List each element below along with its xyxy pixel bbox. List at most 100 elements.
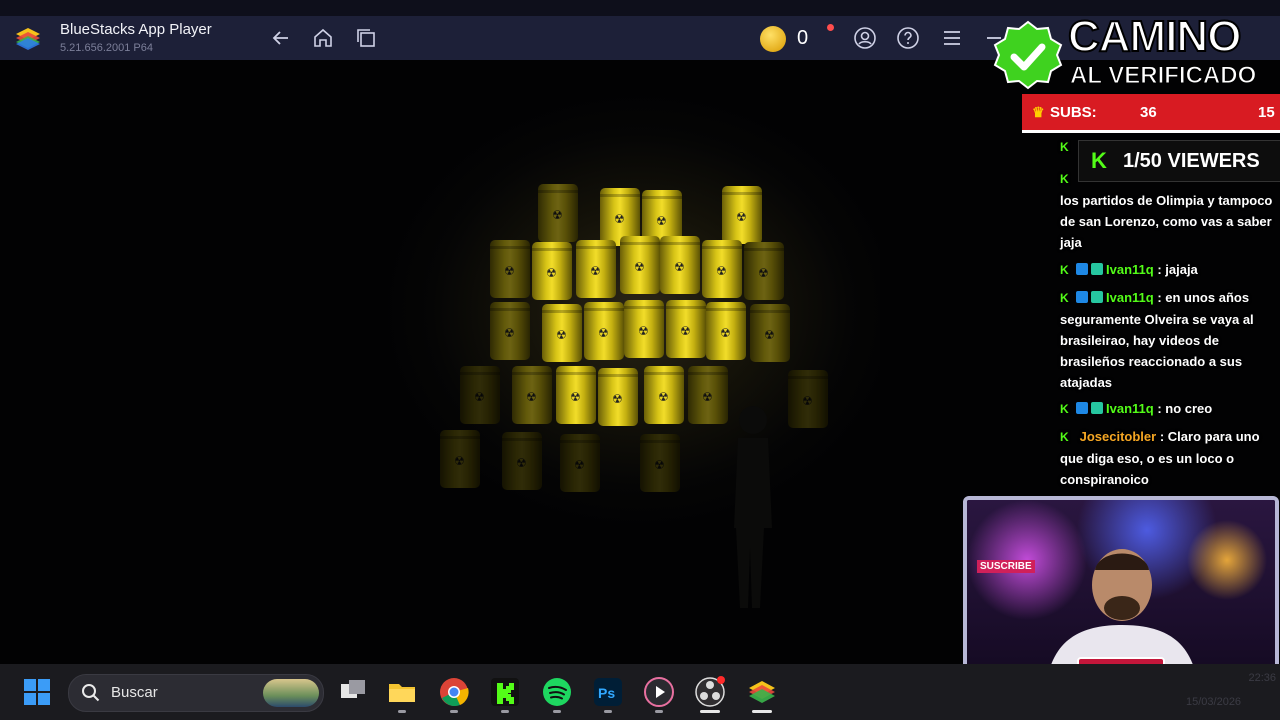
barrel: [576, 240, 616, 298]
barrel: [598, 368, 638, 426]
viewers-text: 1/50 VIEWERS: [1123, 150, 1260, 172]
barrel: [532, 242, 572, 300]
verified-check-icon: [993, 20, 1063, 90]
overlay-subtitle: AL VERIFICADO: [1069, 62, 1257, 90]
photoshop-icon[interactable]: Ps: [592, 676, 624, 713]
chat-text: jajaja: [1165, 262, 1198, 277]
file-explorer-icon[interactable]: [386, 676, 418, 713]
barrel: [542, 304, 582, 362]
chat-panel: K K los partidos de Olimpia y tampoco de…: [1058, 136, 1280, 492]
subs-goal-bar: ♛ SUBS: 36 15: [1022, 94, 1280, 133]
svg-text:Ps: Ps: [598, 685, 615, 701]
spotify-icon[interactable]: [541, 676, 573, 713]
account-icon[interactable]: [854, 27, 876, 49]
moderator-badge-icon: [1076, 291, 1088, 303]
barrel: [624, 300, 664, 358]
barrel: [560, 434, 600, 492]
subscriber-badge-icon: [1091, 402, 1103, 414]
barrel: [502, 432, 542, 490]
app-name: BlueStacks App Player: [60, 21, 212, 38]
search-icon: [82, 684, 100, 702]
barrel: [644, 366, 684, 424]
help-icon[interactable]: [897, 27, 919, 49]
barrel: [556, 366, 596, 424]
chat-text: en unos años seguramente Olveira se vaya…: [1060, 290, 1254, 390]
chrome-icon[interactable]: [438, 676, 470, 713]
taskbar-search[interactable]: Buscar: [68, 674, 324, 712]
multi-instance-icon[interactable]: [355, 27, 377, 49]
barrel: [688, 366, 728, 424]
running-indicator: [655, 710, 663, 713]
chat-message: los partidos de Olimpia y tampoco de san…: [1060, 190, 1278, 253]
chat-username[interactable]: Ivan11q: [1106, 262, 1154, 277]
windows-start-icon[interactable]: [24, 679, 50, 705]
chat-username[interactable]: Ivan11q: [1106, 401, 1154, 416]
webcam-feed: SUSCRIBE: [963, 496, 1279, 682]
chat-username[interactable]: Josecitobler: [1080, 429, 1157, 444]
bluestacks-taskbar-icon[interactable]: [746, 676, 778, 713]
barrel: [440, 430, 480, 488]
barrel: [750, 304, 790, 362]
moderator-badge-icon: [1076, 263, 1088, 275]
chat-message: K Ivan11q : en unos años seguramente Olve…: [1060, 290, 1254, 390]
barrel: [512, 366, 552, 424]
windows-taskbar: Buscar Ps: [0, 664, 1280, 720]
running-indicator: [398, 710, 406, 713]
home-icon[interactable]: [312, 27, 334, 49]
barrel: [460, 366, 500, 424]
chat-text: los partidos de Olimpia y tampoco de san…: [1060, 193, 1273, 250]
coin-icon[interactable]: [760, 26, 786, 52]
kick-app-icon[interactable]: [489, 676, 521, 713]
overlay-title: CAMINO: [1067, 11, 1242, 62]
menu-icon[interactable]: [941, 27, 963, 49]
barrel: [620, 236, 660, 294]
running-indicator: [604, 710, 612, 713]
clock-time[interactable]: 22:36: [1220, 672, 1276, 684]
search-highlight-image[interactable]: [263, 679, 319, 707]
barrel: [722, 186, 762, 244]
subscriber-badge-icon: [1091, 263, 1103, 275]
kick-badge-icon: K: [1060, 402, 1069, 416]
barrel: [584, 302, 624, 360]
barrel: [702, 240, 742, 298]
barrel-warehouse-scene: [260, 90, 880, 650]
webcam-sign: SUSCRIBE: [977, 560, 1035, 573]
running-indicator: [700, 710, 720, 713]
running-indicator: [450, 710, 458, 713]
bluestacks-logo-icon: [16, 28, 40, 50]
barrel: [490, 302, 530, 360]
chat-message: K Ivan11q : jajaja: [1060, 259, 1278, 281]
chat-message: K Josecitobler : Claro para uno que diga…: [1060, 429, 1260, 487]
subs-label: SUBS:: [1050, 104, 1097, 121]
clock-date[interactable]: 15/03/2026: [1186, 696, 1241, 708]
chat-message: K Ivan11q : no creo: [1060, 398, 1278, 420]
kick-logo-icon: K: [1091, 148, 1107, 173]
subs-goal: 15: [1258, 104, 1275, 121]
barrel: [788, 370, 828, 428]
barrel: [744, 242, 784, 300]
kick-badge-icon: K: [1060, 263, 1069, 277]
chat-text: no creo: [1165, 401, 1213, 416]
obs-icon[interactable]: [694, 676, 726, 713]
barrel: [660, 236, 700, 294]
viewers-counter: K 1/50 VIEWERS: [1078, 140, 1280, 182]
search-placeholder: Buscar: [111, 684, 158, 701]
barrel: [706, 302, 746, 360]
crown-icon: ♛: [1032, 104, 1045, 120]
subscriber-badge-icon: [1091, 291, 1103, 303]
media-player-icon[interactable]: [643, 676, 675, 713]
coin-count: 0: [797, 27, 809, 49]
back-icon[interactable]: [270, 27, 292, 49]
subs-current: 36: [1140, 104, 1157, 121]
barrel: [640, 434, 680, 492]
chat-username[interactable]: Ivan11q: [1106, 290, 1154, 305]
barrel: [666, 300, 706, 358]
kick-badge-icon: K: [1060, 172, 1069, 186]
running-indicator: [752, 710, 772, 713]
task-view-icon[interactable]: [337, 676, 369, 708]
barrel: [538, 184, 578, 242]
notification-dot: [827, 24, 834, 31]
kick-badge-icon: K: [1060, 291, 1069, 305]
barrel: [490, 240, 530, 298]
running-indicator: [553, 710, 561, 713]
